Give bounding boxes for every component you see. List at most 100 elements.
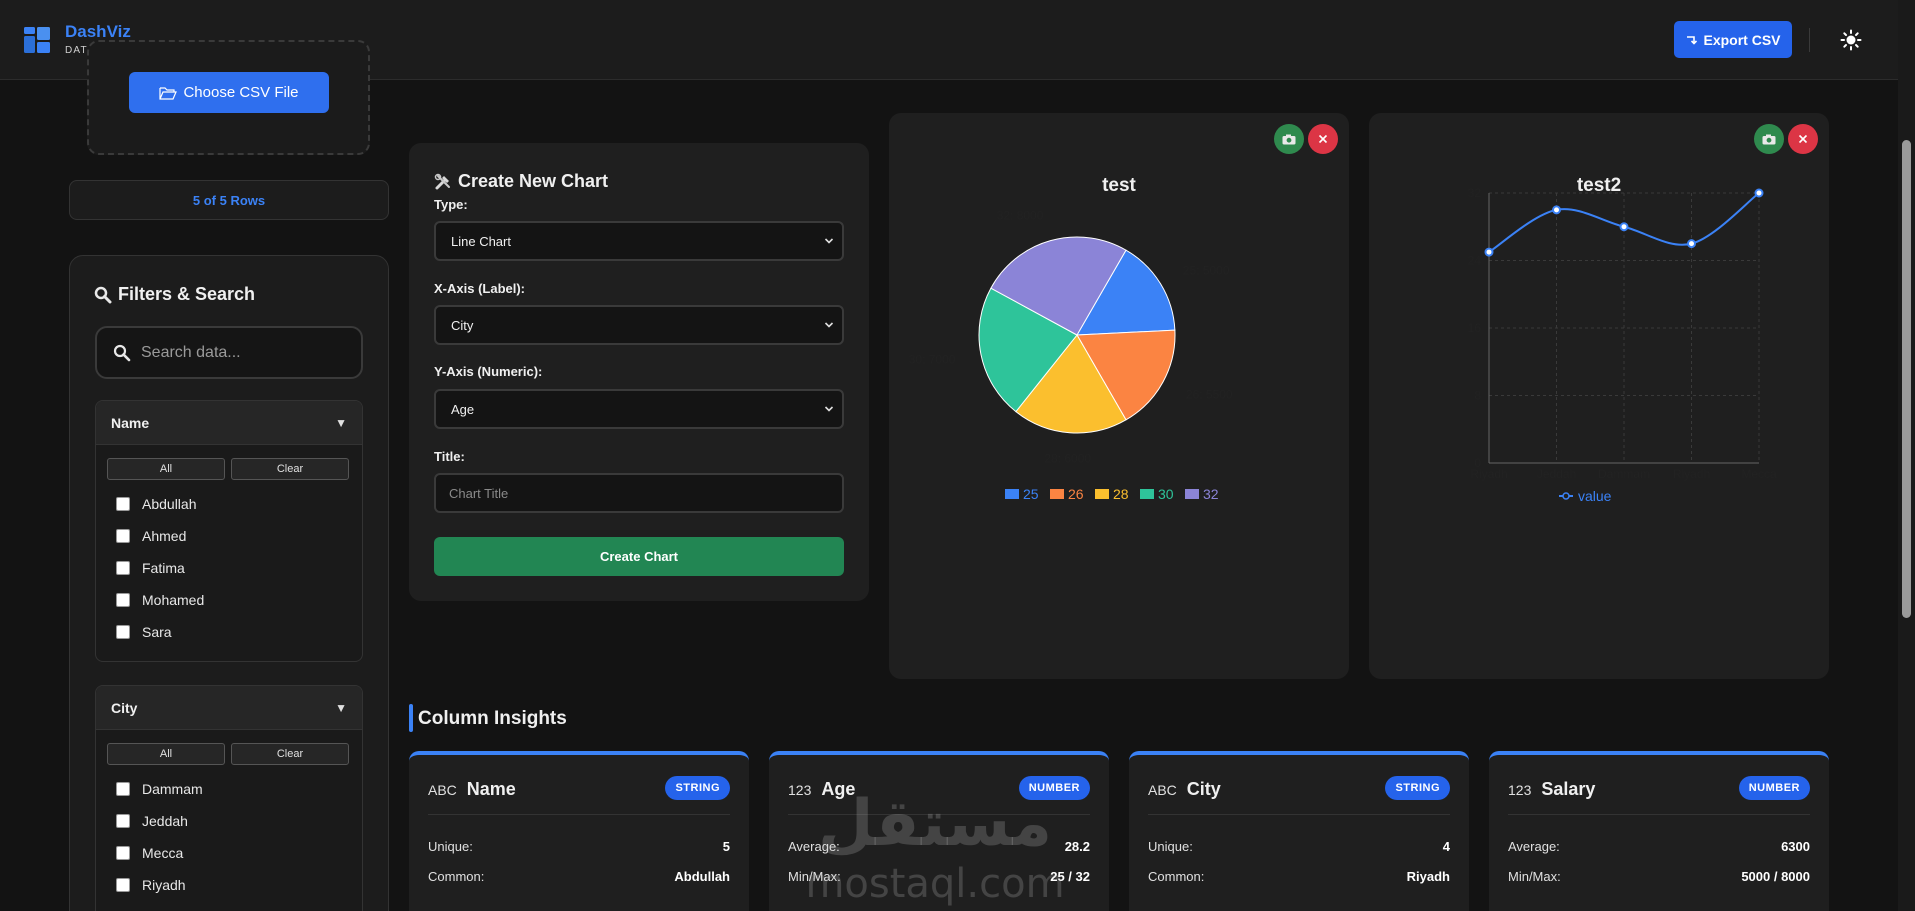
slice-label: 28: 6000 [1044,452,1091,466]
x-tick-label: Jeddah [1537,467,1576,481]
slice-label: 25: 5000 [1183,263,1230,277]
insight-card-city: ABC City STRING Unique: 4 Common: Riyadh [1129,751,1469,911]
data-point [1754,188,1764,198]
filter-option[interactable]: Fatima [116,552,362,584]
legend-label: 30 [1158,486,1174,502]
line-chart-card: test2 0 8 16 24 32 Riyadh Jeddah Dammam Riyadh Me… [1369,113,1829,679]
filter-group-header[interactable]: City ▼ [96,686,362,730]
column-name: Salary [1541,779,1596,799]
choose-csv-button[interactable]: Choose CSV File [129,72,329,113]
checkbox[interactable] [116,878,130,892]
checkbox[interactable] [116,593,130,607]
scrollbar-thumb[interactable] [1902,140,1911,618]
filter-group-city: City ▼ All Clear Dammam Jeddah Mecca Riy… [95,685,363,911]
checkbox[interactable] [116,561,130,575]
select-all-button[interactable]: All [107,458,225,480]
filter-option[interactable]: Dammam [116,773,362,805]
page-scrollbar[interactable] [1898,0,1915,911]
dashboard-logo-icon [24,27,50,53]
divider [1148,814,1450,815]
row-count-badge: 5 of 5 Rows [69,180,389,220]
line-chart: 08162432Riyadh Jeddah Dammam Riyadh Meccaval… [1468,186,1777,504]
stat-label: Min/Max: [788,869,841,884]
stat-label: Average: [1508,839,1560,854]
filter-option[interactable]: Jeddah [116,805,362,837]
type-badge: NUMBER [1018,776,1090,800]
type-label: Type: [434,197,468,212]
chart-title-field[interactable] [434,473,844,513]
legend-marker [1562,492,1570,500]
clear-button[interactable]: Clear [231,743,349,765]
checkbox[interactable] [116,846,130,860]
sun-icon[interactable] [1840,29,1862,51]
slice-label: 26: 5500 [1186,387,1233,401]
create-chart-title-text: Create New Chart [458,171,609,191]
option-label: Sara [142,624,172,640]
filter-group-title: Name [111,414,150,431]
checkbox[interactable] [116,529,130,543]
data-point [1619,222,1629,232]
filter-option[interactable]: Sara [116,616,362,648]
select-all-button[interactable]: All [107,743,225,765]
filter-option[interactable]: Mecca [116,837,362,869]
y-axis-label: Y-Axis (Numeric): [434,364,543,379]
caret-down-icon[interactable]: ▼ [335,416,347,430]
filter-option[interactable]: Abdullah [116,488,362,520]
legend-swatch [1005,489,1019,499]
filter-option[interactable]: Mohamed [116,584,362,616]
option-label: Fatima [142,560,185,576]
column-name: Age [821,779,856,799]
y-tick-label: 16 [1468,321,1482,335]
chevron-down-icon [824,406,834,412]
stat-label: Unique: [428,839,473,854]
filters-title-text: Filters & Search [118,284,256,304]
caret-down-icon[interactable]: ▼ [335,701,347,715]
checkbox[interactable] [116,625,130,639]
filter-group-header[interactable]: Name ▼ [96,401,362,445]
insights-title: Column Insights [418,708,567,729]
data-point [1552,205,1561,215]
chart-title-input[interactable] [436,475,842,511]
clear-button[interactable]: Clear [231,458,349,480]
option-label: Mecca [142,845,184,861]
export-csv-button[interactable]: Export CSV [1674,21,1792,58]
filter-group-name: Name ▼ All Clear Abdullah Ahmed Fatima M… [95,400,363,662]
legend-swatch [1140,489,1154,499]
header-divider [1809,28,1810,52]
type-badge: STRING [665,776,730,800]
pie-chart: 25: 5000 26: 5500 28: 6000 30: 7000 32: 8000… [909,209,1233,502]
checkbox[interactable] [116,497,130,511]
x-axis-select-value: City [451,317,474,333]
option-label: Mohamed [142,592,205,608]
filters-title: Filters & Search [94,284,255,305]
stat-value: Abdullah [674,869,730,884]
search-input[interactable] [141,340,351,366]
magnifier-icon [94,286,112,303]
x-tick-label: Riyadh [1470,467,1507,481]
search-box[interactable] [95,326,363,379]
type-select[interactable]: Line Chart [434,221,844,261]
column-name: City [1186,779,1221,799]
filter-group-title: City [111,699,138,716]
type-badge: NUMBER [1738,776,1810,800]
create-chart-title: Create New Chart [434,171,608,192]
slice-label: 32: 8000 [997,209,1044,223]
chevron-down-icon [824,238,834,244]
stat-label: Average: [788,839,840,854]
x-axis-select[interactable]: City [434,305,844,345]
y-axis-select-value: Age [451,401,475,417]
create-chart-button[interactable]: Create Chart [434,537,844,576]
data-point [1484,247,1494,257]
option-label: Jeddah [142,813,188,829]
divider [428,814,730,815]
stat-label: Unique: [1148,839,1193,854]
section-accent-bar [409,704,413,732]
checkbox[interactable] [116,782,130,796]
data-point [1687,239,1696,249]
checkbox[interactable] [116,814,130,828]
filter-option[interactable]: Riyadh [116,869,362,901]
filter-option[interactable]: Ahmed [116,520,362,552]
choose-label: Choose CSV File [183,84,299,101]
option-label: Abdullah [142,496,197,512]
y-axis-select[interactable]: Age [434,389,844,429]
